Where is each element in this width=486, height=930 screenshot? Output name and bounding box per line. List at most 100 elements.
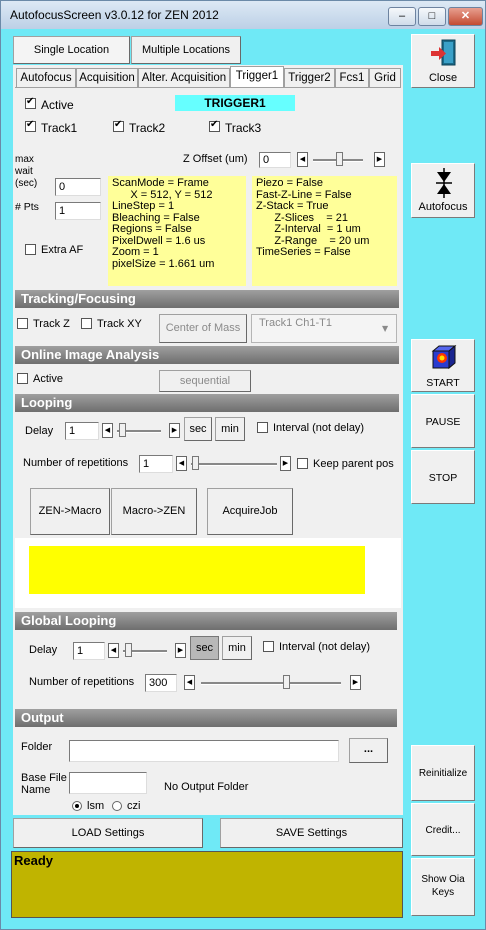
z-offset-input[interactable]: 0 [259,152,291,168]
track1-checkbox[interactable] [25,119,36,132]
loop-min-button[interactable]: min [215,417,245,441]
tab-divider [15,87,401,88]
loop-reps-right-arrow[interactable]: ▶ [280,456,291,471]
pts-label: # Pts [15,201,39,213]
loop-sec-button[interactable]: sec [184,417,212,441]
keep-parent-checkbox[interactable] [297,458,308,469]
autofocus-button[interactable]: Autofocus [411,163,475,218]
status-panel: Ready [11,851,403,918]
no-output-folder-text: No Output Folder [164,781,249,793]
track-z-label: Track Z [33,318,70,330]
global-sec-button[interactable]: sec [190,636,219,660]
z-offset-left-arrow[interactable]: ◀ [297,152,308,167]
z-offset-right-arrow[interactable]: ▶ [374,152,385,167]
track2-label: Track2 [129,121,166,135]
global-delay-right-arrow[interactable]: ▶ [175,643,186,658]
tab-single-location[interactable]: Single Location [13,36,130,64]
loop-interval-label: Interval (not delay) [273,422,365,434]
extra-af-label: Extra AF [41,244,84,256]
loop-reps-left-arrow[interactable]: ◀ [176,456,187,471]
section-tracking: Tracking/Focusing [15,290,399,308]
close-label: Close [428,72,458,84]
tab-autofocus[interactable]: Autofocus [16,68,76,87]
loop-delay-left-arrow[interactable]: ◀ [102,423,113,438]
exit-door-icon [431,39,456,66]
loop-reps-track[interactable] [191,463,277,466]
zen-to-macro-button[interactable]: ZEN->Macro [30,488,110,535]
track-z-checkbox[interactable] [17,318,28,329]
close-button[interactable]: Close [411,34,475,88]
tab-multiple-locations[interactable]: Multiple Locations [131,36,241,64]
macro-to-zen-button[interactable]: Macro->ZEN [111,488,197,535]
window-title: AutofocusScreen v3.0.12 for ZEN 2012 [10,8,219,22]
maximize-button[interactable]: □ [418,7,446,26]
loop-delay-right-arrow[interactable]: ▶ [169,423,180,438]
czi-radio[interactable] [112,801,122,811]
browse-button[interactable]: ... [349,738,388,763]
load-settings-button[interactable]: LOAD Settings [13,818,203,848]
tab-trigger2[interactable]: Trigger2 [284,68,335,87]
start-label: START [426,377,460,389]
track1-label: Track1 [41,121,78,135]
global-delay-thumb[interactable] [125,643,132,657]
lsm-radio[interactable] [72,801,82,811]
base-file-label: Base File Name [21,772,67,796]
credit-button[interactable]: Credit... [411,803,475,856]
loop-reps-label: Number of repetitions [23,457,129,469]
oia-status-box [29,546,365,594]
global-reps-input[interactable]: 300 [145,674,177,692]
track3-checkbox[interactable] [209,119,220,132]
autofocus-label: Autofocus [418,201,468,213]
lsm-label: lsm [87,800,105,812]
folder-input[interactable] [69,740,339,762]
channel-select[interactable]: Track1 Ch1-T1 ▼ [251,314,397,343]
show-oia-keys-button[interactable]: Show Oia Keys [411,858,475,916]
stop-button[interactable]: STOP [411,450,475,504]
focus-arrows-icon [436,168,452,198]
start-button[interactable]: START [411,339,475,392]
tab-acquisition[interactable]: Acquisition [76,68,138,87]
max-wait-input[interactable]: 0 [55,178,101,196]
global-interval-checkbox[interactable] [263,641,274,652]
track-xy-label: Track XY [97,318,142,330]
loop-delay-thumb[interactable] [119,423,126,437]
reinitialize-button[interactable]: Reinitialize [411,745,475,801]
active-checkbox[interactable] [25,96,36,109]
tab-trigger1[interactable]: Trigger1 [230,66,284,88]
oia-active-checkbox[interactable] [17,373,28,384]
keep-parent-label: Keep parent pos [313,458,394,470]
global-reps-label: Number of repetitions [29,676,135,688]
acquire-job-button[interactable]: AcquireJob [207,488,293,535]
loop-interval-checkbox[interactable] [257,422,268,433]
close-window-button[interactable]: ✕ [448,7,483,26]
pts-input[interactable]: 1 [55,202,101,220]
chevron-down-icon: ▼ [382,324,389,333]
tab-grid[interactable]: Grid [369,68,401,87]
extra-af-checkbox[interactable] [25,244,36,255]
section-global-looping: Global Looping [15,612,397,630]
section-looping: Looping [15,394,399,412]
sequential-button[interactable]: sequential [159,370,251,392]
loop-delay-input[interactable]: 1 [65,422,99,440]
z-offset-thumb[interactable] [336,152,343,166]
tab-fcs1[interactable]: Fcs1 [335,68,369,87]
save-settings-button[interactable]: SAVE Settings [220,818,403,848]
track2-checkbox[interactable] [113,119,124,132]
section-oia: Online Image Analysis [15,346,399,364]
global-reps-left-arrow[interactable]: ◀ [184,675,195,690]
global-min-button[interactable]: min [222,636,252,660]
track-xy-checkbox[interactable] [81,318,92,329]
loop-reps-thumb[interactable] [192,456,199,470]
pause-button[interactable]: PAUSE [411,394,475,448]
global-delay-left-arrow[interactable]: ◀ [108,643,119,658]
center-of-mass-button[interactable]: Center of Mass [159,314,247,343]
global-reps-right-arrow[interactable]: ▶ [350,675,361,690]
global-reps-thumb[interactable] [283,675,290,689]
loop-reps-input[interactable]: 1 [139,455,173,473]
base-file-input[interactable] [69,772,147,794]
global-reps-track[interactable] [201,682,341,685]
tab-alter-acquisition[interactable]: Alter. Acquisition [138,68,230,87]
global-interval-label: Interval (not delay) [279,641,371,653]
global-delay-input[interactable]: 1 [73,642,105,660]
minimize-button[interactable]: – [388,7,416,26]
